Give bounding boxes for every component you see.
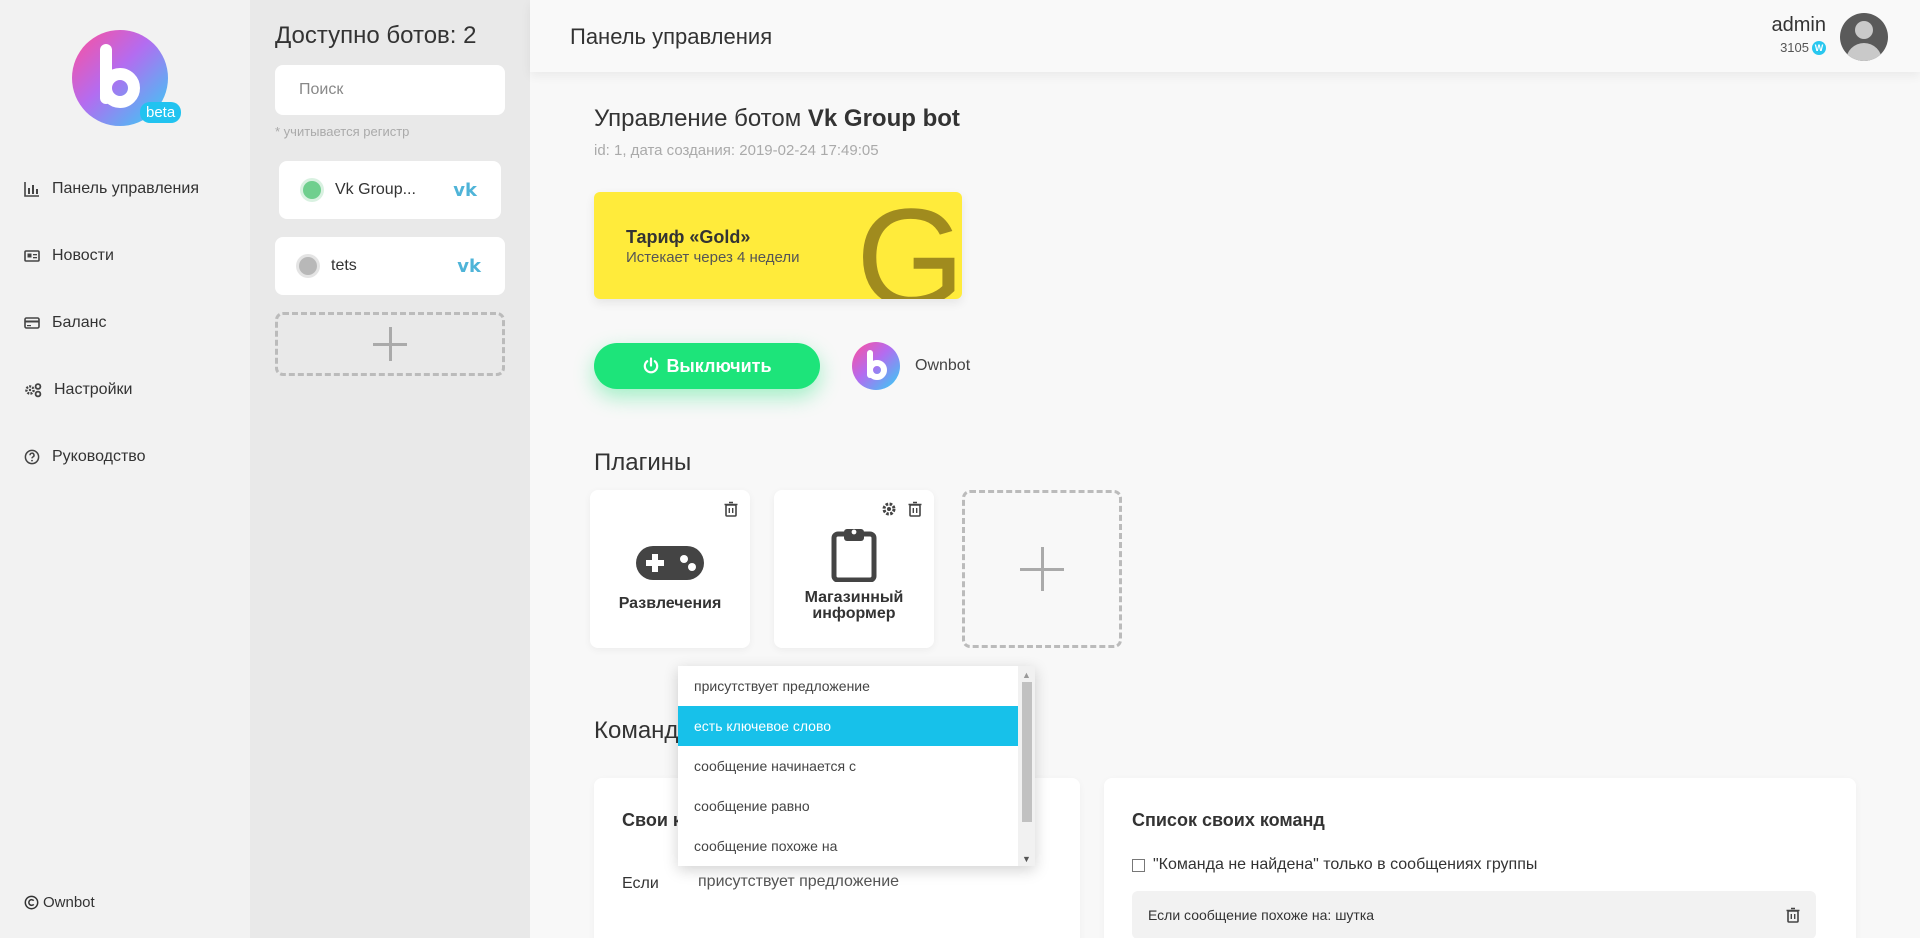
gamepad-icon xyxy=(636,546,704,580)
bot-status-dot xyxy=(299,257,317,275)
avatar[interactable] xyxy=(1840,13,1888,61)
plugin-label: Магазинный информер xyxy=(804,589,904,622)
sidebar-item-guide[interactable]: Руководство xyxy=(24,448,146,466)
plugin-label: Развлечения xyxy=(618,595,722,612)
bot-name: tets xyxy=(331,257,357,274)
newspaper-icon xyxy=(24,250,40,262)
bot-title-name: Vk Group bot xyxy=(807,105,960,132)
bots-available-title: Доступно ботов: 2 xyxy=(275,22,477,49)
condition-label: Если xyxy=(622,875,659,892)
condition-select[interactable]: присутствует предложение xyxy=(698,873,899,891)
trash-icon[interactable] xyxy=(722,500,740,518)
checkbox-label: "Команда не найдена" только в сообщениях… xyxy=(1153,856,1538,873)
gears-icon xyxy=(25,383,42,398)
sidebar-item-label: Баланс xyxy=(52,314,107,331)
user-name[interactable]: admin xyxy=(1772,14,1826,37)
sidebar-item-settings[interactable]: Настройки xyxy=(24,381,132,399)
bot-name: Vk Group... xyxy=(335,181,416,198)
bot-title-prefix: Управление ботом xyxy=(594,105,808,132)
scroll-up-icon[interactable]: ▲ xyxy=(1022,670,1031,680)
add-bot-button[interactable] xyxy=(275,312,505,376)
bot-management-title: Управление ботом Vk Group bot xyxy=(594,105,960,133)
tariff-card: Тариф «Gold» Истекает через 4 недели G xyxy=(594,192,962,299)
question-circle-icon xyxy=(24,449,40,465)
dropdown-option-selected[interactable]: есть ключевое слово xyxy=(678,706,1035,746)
sidebar-item-label: Панель управления xyxy=(52,180,199,197)
gear-icon[interactable] xyxy=(880,500,898,518)
power-icon xyxy=(644,357,659,374)
command-list-item[interactable]: Если сообщение похоже на: шутка xyxy=(1132,891,1816,938)
sidebar-item-label: Новости xyxy=(52,247,114,264)
command-list-title: Список своих команд xyxy=(1132,810,1325,830)
group-only-checkbox-row[interactable]: "Команда не найдена" только в сообщениях… xyxy=(1132,856,1537,874)
plugin-card-shop-informer[interactable]: Магазинный информер xyxy=(774,490,934,648)
tariff-name: Тариф «Gold» xyxy=(626,227,751,247)
bot-status-dot xyxy=(303,181,321,199)
trash-icon[interactable] xyxy=(1784,906,1802,924)
beta-badge: beta xyxy=(140,102,182,123)
sidebar-item-dashboard[interactable]: Панель управления xyxy=(24,180,199,198)
sidebar-item-label: Настройки xyxy=(54,381,133,398)
group-only-checkbox[interactable] xyxy=(1132,858,1145,872)
sidebar-item-news[interactable]: Новости xyxy=(24,247,114,265)
own-command-card-title: Свои к xyxy=(622,810,682,830)
sidebar-item-balance[interactable]: Баланс xyxy=(24,314,106,332)
dropdown-scrollbar[interactable]: ▲ ▼ xyxy=(1018,666,1035,866)
commands-title: Команд xyxy=(594,717,679,744)
plugin-card-entertainment[interactable]: Развлечения xyxy=(590,490,750,648)
condition-dropdown[interactable]: присутствует предложение есть ключевое с… xyxy=(678,666,1035,866)
tariff-letter: G xyxy=(856,192,962,299)
copyright-icon xyxy=(24,895,39,910)
search-hint: * учитывается регистр xyxy=(275,124,410,139)
bot-card-vk-group[interactable]: Vk Group... vk xyxy=(279,161,501,219)
ownbot-engine-logo xyxy=(852,342,900,390)
add-plugin-button[interactable] xyxy=(962,490,1122,648)
power-off-button[interactable]: Выключить xyxy=(594,343,820,389)
coin-icon: W xyxy=(1812,40,1826,55)
power-button-label: Выключить xyxy=(666,355,772,376)
tariff-expiry: Истекает через 4 недели xyxy=(626,249,800,266)
top-header: Панель управления admin 3105 W xyxy=(530,0,1920,72)
chart-icon xyxy=(24,182,39,197)
clipboard-icon xyxy=(831,529,877,582)
engine-label: Ownbot xyxy=(915,357,971,374)
dropdown-option[interactable]: сообщение начинается с xyxy=(678,746,1035,786)
plugins-title: Плагины xyxy=(594,449,692,476)
command-text: Если сообщение похоже на: шутка xyxy=(1148,907,1375,923)
bot-card-tets[interactable]: tets vk xyxy=(275,237,505,295)
sidebar-item-label: Руководство xyxy=(52,448,146,465)
dropdown-option[interactable]: сообщение равно xyxy=(678,786,1035,826)
sidebar: beta Панель управления Новости Баланс На… xyxy=(0,0,250,938)
balance-value: 3105 xyxy=(1780,40,1809,55)
bots-panel: Доступно ботов: 2 * учитывается регистр … xyxy=(250,0,530,938)
bot-meta: id: 1, дата создания: 2019-02-24 17:49:0… xyxy=(594,142,879,159)
bot-search-input[interactable] xyxy=(275,65,505,115)
vk-icon: vk xyxy=(457,255,481,277)
dropdown-option[interactable]: присутствует предложение xyxy=(678,666,1035,706)
trash-icon[interactable] xyxy=(906,500,924,518)
page-title: Панель управления xyxy=(570,24,773,49)
scrollbar-thumb[interactable] xyxy=(1022,682,1032,822)
scroll-down-icon[interactable]: ▼ xyxy=(1022,854,1031,864)
user-balance: 3105 W xyxy=(1780,40,1826,55)
dropdown-option[interactable]: сообщение похоже на xyxy=(678,826,1035,866)
copyright-text: Ownbot xyxy=(43,894,95,911)
vk-icon: vk xyxy=(453,179,477,201)
copyright: Ownbot xyxy=(24,894,95,911)
credit-card-icon xyxy=(24,317,40,329)
